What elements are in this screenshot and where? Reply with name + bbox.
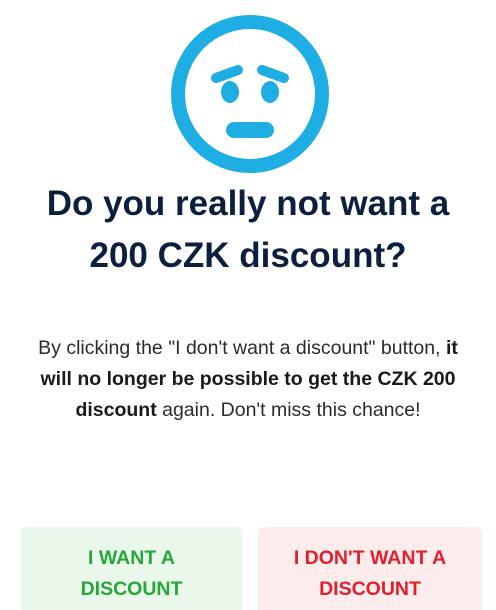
decline-discount-button[interactable]: I DON'T WANT A DISCOUNT [258, 527, 482, 610]
title-line-2: 200 CZK discount? [89, 236, 407, 275]
decline-button-line-1: I DON'T WANT A [293, 546, 447, 569]
modal-description: By clicking the "I don't want a discount… [28, 333, 468, 426]
title-line-1: Do you really not want a [46, 184, 450, 223]
accept-button-line-1: I WANT A [87, 546, 176, 569]
modal-title: Do you really not want a 200 CZK discoun… [0, 178, 496, 282]
accept-button-line-2: DISCOUNT [80, 577, 183, 600]
discount-confirm-modal: Do you really not want a 200 CZK discoun… [0, 0, 496, 610]
accept-discount-button[interactable]: I WANT A DISCOUNT [21, 527, 242, 610]
description-text-end: again. Don't miss this chance! [156, 399, 421, 421]
decline-button-line-2: DISCOUNT [319, 577, 421, 600]
description-text-start: By clicking the "I don't want a discount… [38, 337, 446, 359]
sad-face-icon [168, 12, 332, 176]
